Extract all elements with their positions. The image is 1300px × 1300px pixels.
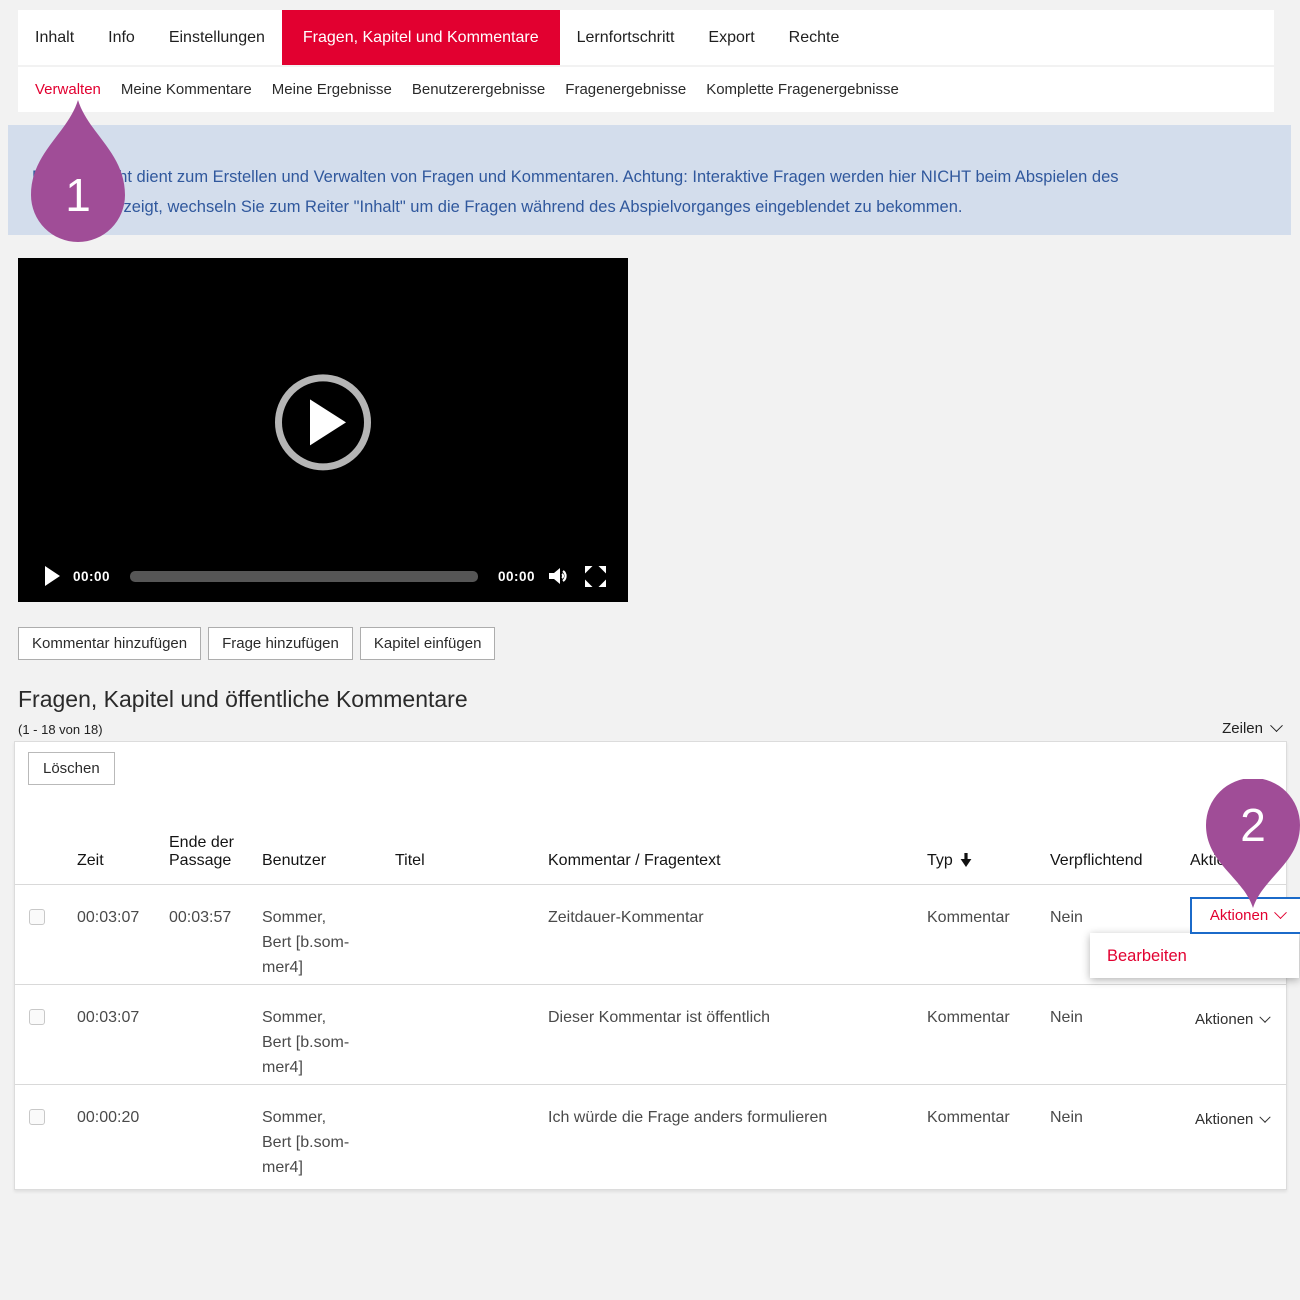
- cell-benutzer: Sommer, Bert [b.som­mer4]: [248, 985, 381, 1080]
- cell-titel: [381, 1085, 534, 1105]
- column-benutzer: Benutzer: [248, 852, 381, 884]
- table-row: 00:00:20 Sommer, Bert [b.som­mer4] Ich w…: [15, 1084, 1286, 1184]
- cell-zeit: 00:00:20: [63, 1085, 155, 1130]
- table-header-row: Zeit Ende der Pas­sage Benutzer Titel Ko…: [15, 785, 1286, 884]
- cell-ende: [155, 985, 248, 1005]
- cell-verpflichtend: Nein: [1036, 985, 1176, 1030]
- column-typ-sort[interactable]: Typ: [913, 852, 1036, 884]
- marker-2-number: 2: [1240, 799, 1266, 851]
- aktionen-dropdown-menu: Bearbeiten: [1090, 933, 1299, 978]
- annotation-marker-2: 2: [1203, 779, 1300, 910]
- cell-titel: [381, 985, 534, 1005]
- table-row: 00:03:07 00:03:57 Sommer, Bert [b.som­me…: [15, 884, 1286, 984]
- cell-benutzer-text: Sommer, Bert [b.som­mer4]: [262, 1105, 356, 1180]
- cell-verpflichtend: Nein: [1036, 885, 1176, 930]
- cell-typ: Kommentar: [913, 985, 1036, 1030]
- cell-kommentar: Ich würde die Frage anders formulieren: [534, 1085, 913, 1130]
- tab-inhalt[interactable]: Inhalt: [18, 10, 91, 65]
- tab-export[interactable]: Export: [691, 10, 771, 65]
- cell-typ: Kommentar: [913, 885, 1036, 930]
- aktionen-dropdown-button[interactable]: Aktionen: [1195, 1007, 1269, 1032]
- column-verpflichtend: Verpflichtend: [1036, 852, 1176, 884]
- select-all-column: [15, 870, 63, 884]
- aktionen-label: Aktionen: [1195, 1007, 1253, 1032]
- info-message-line1: Diese Ansicht dient zum Erstellen und Ve…: [32, 162, 1267, 192]
- row-checkbox[interactable]: [29, 1009, 45, 1025]
- column-ende-label: Ende der Pas­sage: [169, 834, 235, 870]
- table-row: 00:03:07 Sommer, Bert [b.som­mer4] Diese…: [15, 984, 1286, 1084]
- subtab-benutzerergebnisse[interactable]: Benutzerergebnisse: [402, 81, 555, 98]
- section-title: Fragen, Kapitel und öffentliche Kommenta…: [18, 686, 468, 713]
- cell-benutzer-text: Sommer, Bert [b.som­mer4]: [262, 1005, 356, 1080]
- toolbar: Kommentar hinzufügen Frage hinzufügen Ka…: [18, 627, 495, 660]
- fullscreen-icon[interactable]: [585, 566, 606, 587]
- tab-info[interactable]: Info: [91, 10, 152, 65]
- comments-table: Löschen Zeit Ende der Pas­sage Benutzer …: [14, 741, 1287, 1190]
- cell-benutzer-text: Sommer, Bert [b.som­mer4]: [262, 905, 356, 980]
- sort-descending-icon: [960, 853, 972, 868]
- cell-zeit: 00:03:07: [63, 985, 155, 1030]
- play-icon: [310, 399, 346, 445]
- rows-per-page-select[interactable]: Zeilen: [1222, 720, 1281, 737]
- subtab-fragenergebnisse[interactable]: Fragenergebnisse: [555, 81, 696, 98]
- chevron-down-icon: [1260, 1011, 1271, 1022]
- insert-chapter-button[interactable]: Kapitel einfügen: [360, 627, 496, 660]
- tab-rechte[interactable]: Rechte: [772, 10, 857, 65]
- subtab-meine-ergebnisse[interactable]: Meine Ergebnisse: [262, 81, 402, 98]
- column-kommentar-fragentext: Kommentar / Fragentext: [534, 852, 913, 884]
- column-zeit: Zeit: [63, 852, 155, 884]
- big-play-button[interactable]: [275, 374, 371, 470]
- cell-benutzer: Sommer, Bert [b.som­mer4]: [248, 885, 381, 980]
- info-message-line2: Videos angezeigt, wechseln Sie zum Reite…: [32, 192, 1267, 222]
- add-comment-button[interactable]: Kommentar hinzufügen: [18, 627, 201, 660]
- sub-tab-bar: Verwalten Meine Kommentare Meine Ergebni…: [18, 67, 1274, 112]
- current-time: 00:00: [73, 569, 110, 584]
- subtab-meine-kommentare[interactable]: Meine Kommentare: [111, 81, 262, 98]
- dropdown-item-bearbeiten[interactable]: Bearbeiten: [1090, 933, 1299, 969]
- info-message: Diese Ansicht dient zum Erstellen und Ve…: [8, 125, 1291, 235]
- duration-time: 00:00: [498, 569, 535, 584]
- column-typ-label: Typ: [927, 852, 953, 870]
- subtab-verwalten[interactable]: Verwalten: [25, 81, 111, 98]
- main-tab-bar: Inhalt Info Einstellungen Fragen, Kapite…: [18, 10, 1274, 65]
- cell-typ: Kommentar: [913, 1085, 1036, 1130]
- cell-ende: 00:03:57: [155, 885, 248, 930]
- seek-bar[interactable]: [130, 571, 478, 582]
- cell-ende: [155, 1085, 248, 1105]
- row-checkbox[interactable]: [29, 1109, 45, 1125]
- add-question-button[interactable]: Frage hinzufügen: [208, 627, 353, 660]
- cell-titel: [381, 885, 534, 905]
- aktionen-dropdown-button[interactable]: Aktionen: [1195, 1107, 1269, 1132]
- tab-einstellungen[interactable]: Einstellungen: [152, 10, 282, 65]
- volume-icon[interactable]: [548, 565, 572, 587]
- chevron-down-icon: [1270, 719, 1283, 732]
- video-player: 00:00 00:00: [18, 258, 628, 602]
- column-ende-der-passage: Ende der Pas­sage: [155, 834, 248, 884]
- aktionen-label: Aktionen: [1195, 1107, 1253, 1132]
- marker-1-number: 1: [65, 169, 91, 221]
- tab-lernfortschritt[interactable]: Lernfortschritt: [560, 10, 692, 65]
- video-controls: 00:00 00:00: [45, 564, 606, 588]
- subtab-komplette-fragenergebnisse[interactable]: Komplette Fragenergebnisse: [696, 81, 909, 98]
- cell-verpflichtend: Nein: [1036, 1085, 1176, 1130]
- cell-zeit: 00:03:07: [63, 885, 155, 930]
- row-checkbox[interactable]: [29, 909, 45, 925]
- tab-fragen-kapitel-kommentare[interactable]: Fragen, Kapitel und Kommentare: [282, 10, 560, 65]
- rows-label: Zeilen: [1222, 720, 1263, 737]
- chevron-down-icon: [1260, 1111, 1271, 1122]
- result-range: (1 - 18 von 18): [18, 722, 103, 737]
- cell-kommentar: Zeitdauer-Kommentar: [534, 885, 913, 930]
- cell-kommentar: Dieser Kommentar ist öffentlich: [534, 985, 913, 1030]
- delete-button[interactable]: Löschen: [28, 752, 115, 785]
- annotation-marker-1: 1: [28, 98, 128, 244]
- column-titel: Titel: [381, 852, 534, 884]
- play-button[interactable]: [45, 566, 60, 586]
- cell-benutzer: Sommer, Bert [b.som­mer4]: [248, 1085, 381, 1180]
